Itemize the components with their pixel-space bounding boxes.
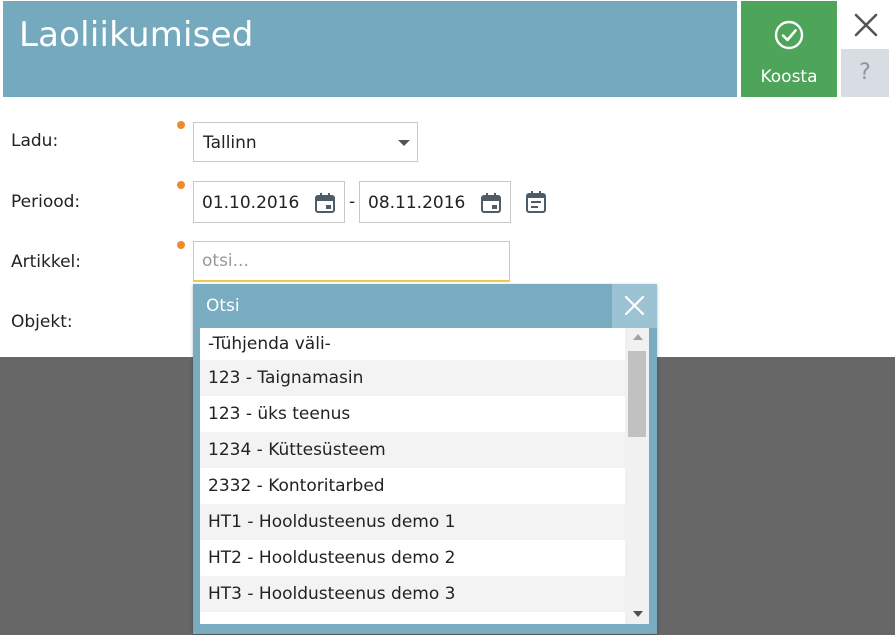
koosta-button[interactable]: Koosta — [741, 1, 837, 97]
ladu-value: Tallinn — [203, 133, 257, 153]
scrollbar[interactable] — [625, 328, 649, 624]
search-dropdown: Otsi -Tühjenda väli- 123 - Taignamasin 1… — [193, 284, 657, 634]
list-item[interactable]: 2332 - Kontoritarbed — [200, 468, 625, 504]
period-to-field[interactable]: 08.11.2016 — [359, 181, 511, 223]
scroll-down-icon[interactable] — [633, 611, 643, 617]
page-header: Laoliikumised — [3, 1, 737, 97]
list-item[interactable]: HT2 - Hooldusteenus demo 2 — [200, 540, 625, 576]
objekt-label: Objekt: — [11, 312, 73, 332]
calendar-list-icon[interactable] — [525, 190, 547, 214]
artikkel-search-input[interactable] — [193, 241, 510, 282]
list-item[interactable]: 123 - Taignamasin — [200, 360, 625, 396]
close-window-button[interactable] — [849, 8, 883, 42]
required-indicator — [177, 181, 185, 189]
period-to-value: 08.11.2016 — [368, 193, 466, 213]
required-indicator — [177, 121, 185, 129]
scroll-up-icon[interactable] — [633, 334, 643, 340]
ladu-label: Ladu: — [11, 131, 59, 151]
dropdown-list: -Tühjenda väli- 123 - Taignamasin 123 - … — [200, 328, 649, 624]
artikkel-label: Artikkel: — [11, 252, 82, 272]
period-from-field[interactable]: 01.10.2016 — [193, 181, 345, 223]
required-indicator — [177, 241, 185, 249]
scroll-thumb[interactable] — [628, 351, 646, 437]
calendar-icon[interactable] — [314, 192, 336, 214]
period-from-value: 01.10.2016 — [202, 193, 300, 213]
close-icon — [624, 295, 645, 316]
koosta-label: Koosta — [760, 67, 818, 87]
period-separator: - — [349, 192, 356, 212]
dropdown-header: Otsi — [193, 284, 657, 328]
list-item[interactable]: 1234 - Küttesüsteem — [200, 432, 625, 468]
list-item[interactable]: -Tühjenda väli- — [200, 328, 625, 360]
page-title: Laoliikumised — [19, 15, 254, 55]
dropdown-close-button[interactable] — [612, 284, 657, 328]
dropdown-title: Otsi — [206, 296, 240, 316]
calendar-icon[interactable] — [480, 192, 502, 214]
list-item[interactable]: HT3 - Hooldusteenus demo 3 — [200, 576, 625, 612]
check-circle-icon — [774, 20, 804, 50]
close-icon — [854, 13, 878, 37]
chevron-down-icon — [398, 140, 410, 146]
list-item[interactable]: HT1 - Hooldusteenus demo 1 — [200, 504, 625, 540]
periood-label: Periood: — [11, 192, 81, 212]
ladu-select[interactable]: Tallinn — [193, 122, 418, 162]
help-button[interactable]: ? — [841, 49, 889, 97]
list-item[interactable]: 123 - üks teenus — [200, 396, 625, 432]
